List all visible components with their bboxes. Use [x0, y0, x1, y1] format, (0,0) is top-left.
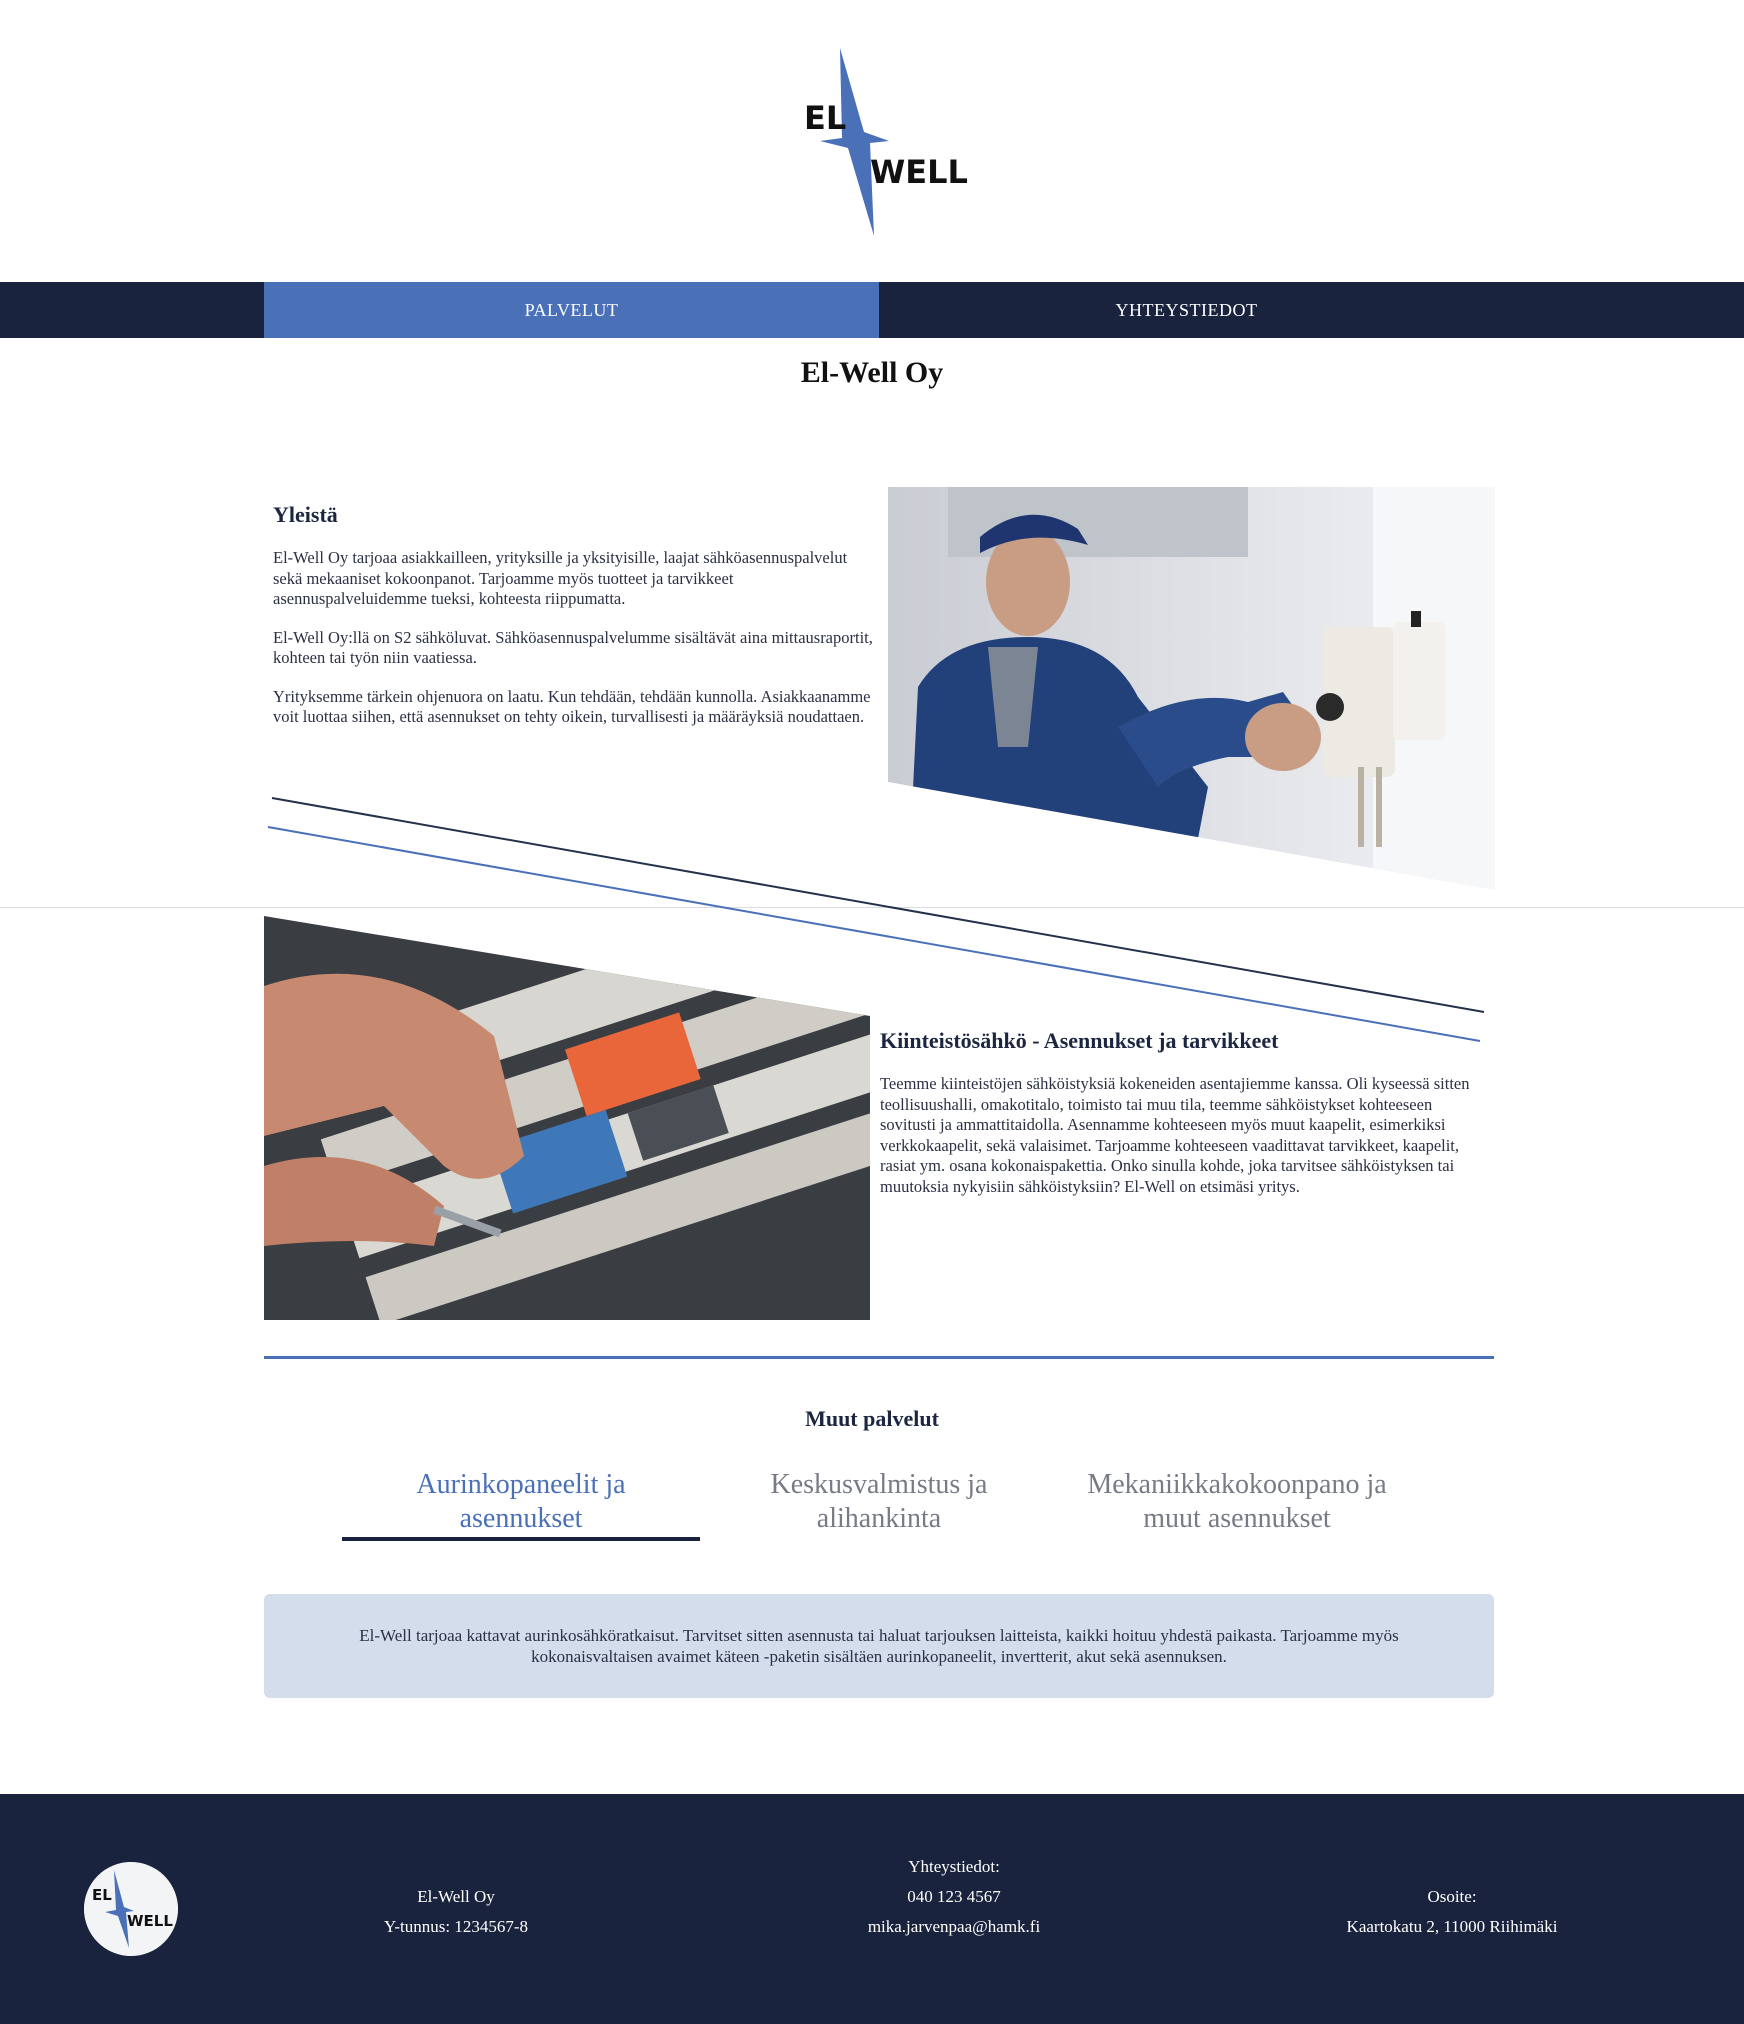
footer-address-heading: Osoite: [1427, 1887, 1477, 1906]
footer-phone[interactable]: 040 123 4567 [814, 1882, 1094, 1912]
footer-company-name: El-Well Oy [417, 1887, 495, 1906]
footer-address: Osoite: Kaartokatu 2, 11000 Riihimäki [1292, 1882, 1612, 1942]
tab-mekaniikkakokoonpano-line1: Mekaniikkakokoonpano ja [1087, 1469, 1387, 1500]
footer-contact: Yhteystiedot: 040 123 4567 mika.jarvenpa… [814, 1852, 1094, 1942]
electrician-photo [888, 487, 1495, 890]
tab-keskusvalmistus-line2: alihankinta [816, 1503, 942, 1534]
kiinteistosahko-section: Kiinteistösähkö - Asennukset ja tarvikke… [880, 1028, 1490, 1215]
yleista-paragraph-1: El-Well Oy tarjoaa asiakkailleen, yrityk… [273, 548, 848, 608]
kiinteistosahko-heading: Kiinteistösähkö - Asennukset ja tarvikke… [880, 1028, 1279, 1053]
yleista-paragraph-3: Yrityksemme tärkein ohjenuora on laatu. … [273, 686, 871, 727]
kiinteistosahko-paragraph: Teemme kiinteistöjen sähköistyksiä koken… [880, 1074, 1470, 1196]
blue-separator [264, 1356, 1494, 1359]
tab-aurinkopaneelit[interactable]: Aurinkopaneelit ja asennukset [341, 1468, 701, 1536]
yleista-section: Yleistä El-Well Oy tarjoaa asiakkailleen… [273, 502, 873, 746]
page-title: El-Well Oy [800, 356, 944, 389]
footer-logo-well: WELL [127, 1912, 173, 1930]
tab-aurinkopaneelit-line1: Aurinkopaneelit ja [416, 1469, 626, 1500]
footer-company: El-Well Oy Y-tunnus: 1234567-8 [336, 1882, 576, 1942]
tab-mekaniikkakokoonpano[interactable]: Mekaniikkakokoonpano ja muut asennukset [1057, 1468, 1417, 1536]
tab-keskusvalmistus-line1: Keskusvalmistus ja [770, 1469, 988, 1500]
footer-logo[interactable]: EL WELL [84, 1862, 178, 1956]
yleista-heading: Yleistä [273, 502, 338, 527]
el-well-logo[interactable]: EL WELL [790, 40, 970, 240]
section-divider [0, 907, 1744, 908]
logo-text-well: WELL [870, 153, 968, 191]
nav-yhteystiedot[interactable]: YHTEYSTIEDOT [879, 282, 1494, 338]
footer: EL WELL El-Well Oy Y-tunnus: 1234567-8 Y… [0, 1794, 1744, 2024]
active-tab-indicator [342, 1537, 700, 1541]
main-nav: PALVELUT YHTEYSTIEDOT [0, 282, 1744, 338]
tab-keskusvalmistus[interactable]: Keskusvalmistus ja alihankinta [699, 1468, 1059, 1536]
service-info-text: El-Well tarjoaa kattavat aurinkosähkörat… [359, 1626, 1399, 1666]
control-panel-photo [264, 916, 870, 1320]
footer-ytunnus: Y-tunnus: 1234567-8 [383, 1917, 529, 1936]
lightning-bolt-icon [820, 48, 889, 236]
footer-email[interactable]: mika.jarvenpaa@hamk.fi [814, 1912, 1094, 1942]
tab-mekaniikkakokoonpano-line2: muut asennukset [1143, 1503, 1331, 1534]
nav-palvelut[interactable]: PALVELUT [264, 282, 879, 338]
muut-palvelut-heading: Muut palvelut [805, 1406, 939, 1431]
logo-text-el: EL [804, 99, 846, 137]
service-info-panel: El-Well tarjoaa kattavat aurinkosähkörat… [264, 1594, 1494, 1698]
tab-aurinkopaneelit-line2: asennukset [459, 1503, 583, 1534]
footer-address-line: Kaartokatu 2, 11000 Riihimäki [1346, 1917, 1558, 1936]
yleista-paragraph-2: El-Well Oy:llä on S2 sähköluvat. Sähköas… [273, 627, 873, 668]
footer-logo-el: EL [92, 1886, 112, 1904]
footer-contact-heading: Yhteystiedot: [908, 1857, 1000, 1876]
